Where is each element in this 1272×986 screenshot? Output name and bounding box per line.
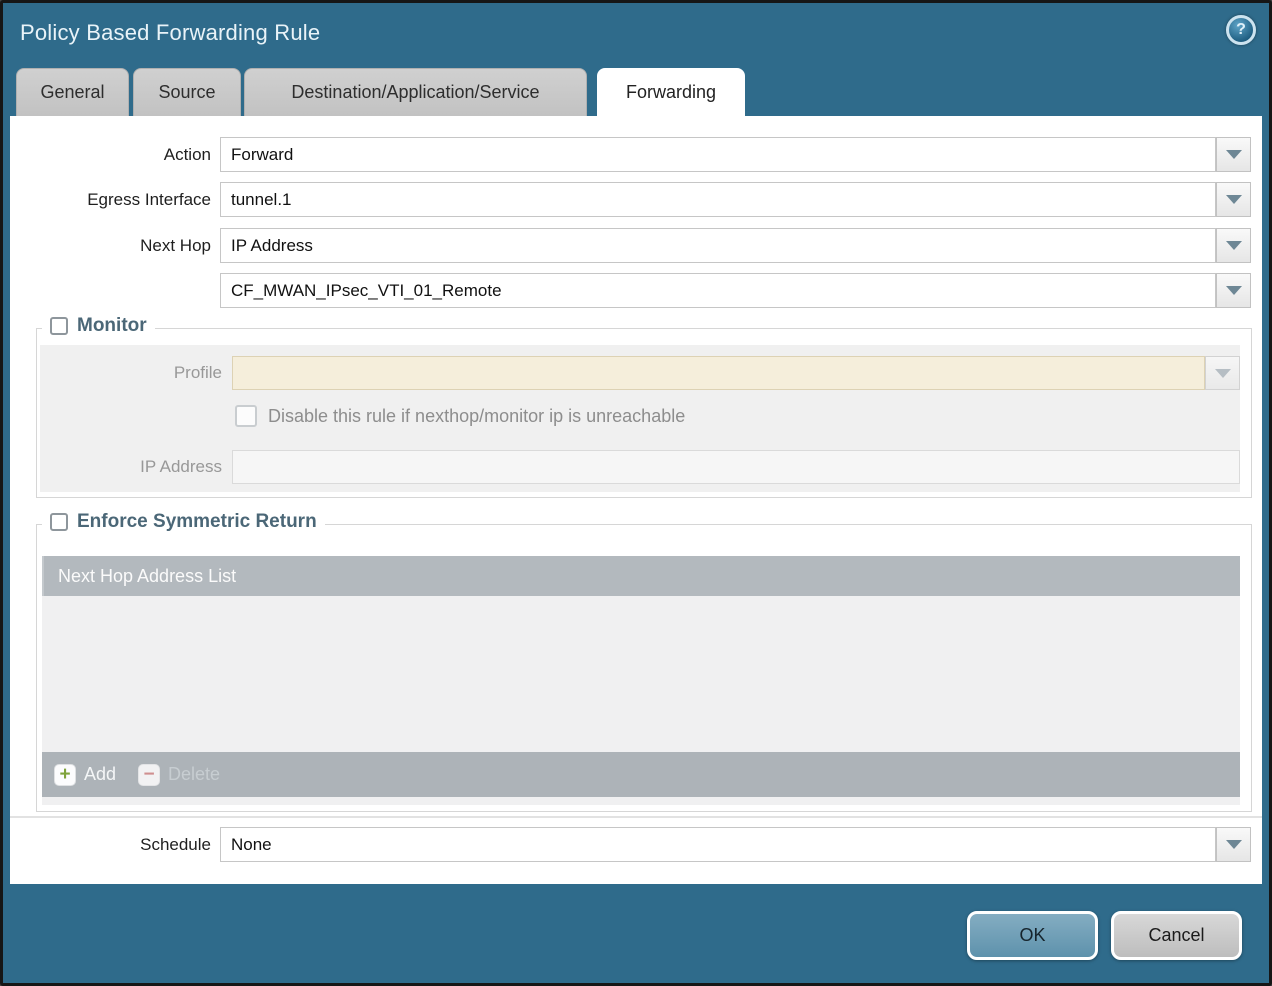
- profile-label: Profile: [40, 356, 222, 390]
- add-button-label: Add: [84, 764, 116, 785]
- section-divider: [10, 816, 1262, 818]
- action-input[interactable]: [220, 137, 1216, 172]
- forwarding-tab-panel: Action Egress Interface Next Hop: [10, 116, 1262, 884]
- cancel-button-label: Cancel: [1148, 925, 1204, 946]
- next-hop-address-list-header: Next Hop Address List: [42, 556, 1240, 596]
- enforce-symmetric-return-legend: Enforce Symmetric Return: [42, 511, 325, 533]
- pbf-rule-dialog: Policy Based Forwarding Rule ? General S…: [0, 0, 1272, 986]
- ok-button[interactable]: OK: [967, 911, 1098, 960]
- disable-rule-checkbox[interactable]: [235, 405, 257, 427]
- delete-button-label: Delete: [168, 764, 220, 785]
- add-button[interactable]: + Add: [54, 764, 116, 786]
- chevron-down-icon: [1226, 150, 1242, 159]
- question-mark-glyph: ?: [1236, 21, 1246, 39]
- action-label: Action: [10, 137, 211, 172]
- next-hop-address-list-body: [42, 596, 1240, 752]
- tab-forwarding[interactable]: Forwarding: [597, 68, 745, 116]
- monitor-group: Monitor Profile Disable this rule if nex…: [36, 328, 1252, 498]
- tab-destination-application-service[interactable]: Destination/Application/Service: [244, 68, 587, 116]
- egress-interface-input[interactable]: [220, 182, 1216, 217]
- monitor-legend: Monitor: [42, 315, 155, 337]
- tab-label: Source: [158, 82, 215, 103]
- minus-icon: −: [138, 764, 160, 786]
- monitor-ip-address-input[interactable]: [232, 450, 1240, 484]
- delete-button[interactable]: − Delete: [138, 764, 220, 786]
- tab-label: General: [40, 82, 104, 103]
- next-hop-type-dropdown-button[interactable]: [1216, 228, 1251, 263]
- monitor-panel: Profile Disable this rule if nexthop/mon…: [40, 345, 1240, 492]
- schedule-input[interactable]: [220, 827, 1216, 862]
- tab-label: Destination/Application/Service: [291, 82, 539, 103]
- tab-label: Forwarding: [626, 82, 716, 103]
- column-header: Next Hop Address List: [58, 566, 236, 587]
- plus-icon: +: [54, 764, 76, 786]
- next-hop-address-list-table: Next Hop Address List + Add − Delete: [42, 556, 1240, 805]
- monitor-checkbox[interactable]: [50, 317, 68, 335]
- dialog-title: Policy Based Forwarding Rule: [20, 20, 320, 46]
- next-hop-type-input[interactable]: [220, 228, 1216, 263]
- monitor-group-title: Monitor: [77, 315, 147, 337]
- profile-input[interactable]: [232, 356, 1205, 390]
- next-hop-address-input[interactable]: [220, 273, 1216, 308]
- egress-interface-label: Egress Interface: [10, 182, 211, 217]
- chevron-down-icon: [1226, 286, 1242, 295]
- profile-dropdown-button[interactable]: [1205, 356, 1240, 390]
- chevron-down-icon: [1215, 369, 1231, 378]
- egress-interface-dropdown-button[interactable]: [1216, 182, 1251, 217]
- enforce-symmetric-return-checkbox[interactable]: [50, 513, 68, 531]
- tab-general[interactable]: General: [16, 68, 129, 116]
- chevron-down-icon: [1226, 195, 1242, 204]
- action-dropdown-button[interactable]: [1216, 137, 1251, 172]
- table-bottom-strip: [42, 797, 1240, 805]
- enforce-symmetric-return-title: Enforce Symmetric Return: [77, 511, 317, 533]
- next-hop-address-dropdown-button[interactable]: [1216, 273, 1251, 308]
- schedule-dropdown-button[interactable]: [1216, 827, 1251, 862]
- enforce-symmetric-return-group: Enforce Symmetric Return Next Hop Addres…: [36, 524, 1252, 812]
- chevron-down-icon: [1226, 840, 1242, 849]
- help-icon[interactable]: ?: [1226, 15, 1256, 45]
- table-toolbar: + Add − Delete: [42, 752, 1240, 797]
- cancel-button[interactable]: Cancel: [1111, 911, 1242, 960]
- chevron-down-icon: [1226, 241, 1242, 250]
- monitor-ip-address-label: IP Address: [40, 450, 222, 484]
- tab-source[interactable]: Source: [133, 68, 241, 116]
- disable-rule-label: Disable this rule if nexthop/monitor ip …: [268, 404, 685, 428]
- schedule-label: Schedule: [10, 827, 211, 862]
- next-hop-label: Next Hop: [10, 228, 211, 263]
- ok-button-label: OK: [1019, 925, 1045, 946]
